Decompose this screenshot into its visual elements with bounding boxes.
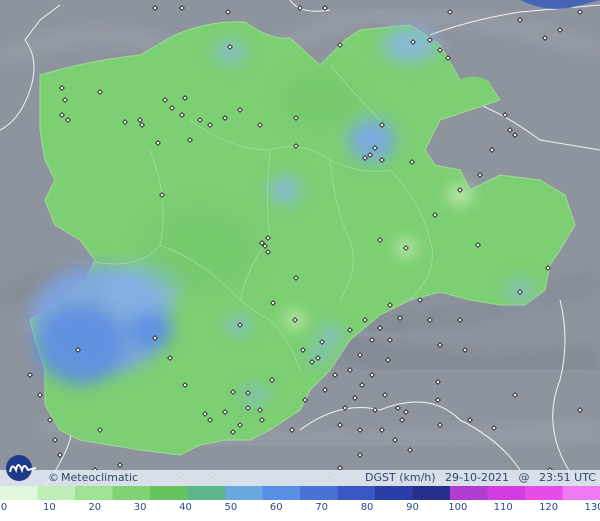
variable-label: DGST (km/h)	[365, 471, 436, 484]
meteoclimatic-logo-icon	[6, 455, 37, 481]
scale-tick-label: 30	[133, 502, 147, 513]
scale-tick-label: 100	[448, 502, 468, 513]
scale-segment	[75, 486, 113, 500]
scale-segment	[375, 486, 413, 500]
color-scale-bar	[0, 486, 600, 500]
scale-tick-label: 20	[88, 502, 102, 513]
scale-tick-label: 80	[360, 502, 374, 513]
scale-segment	[562, 486, 600, 500]
brand-label: © Meteoclimatic	[48, 471, 138, 485]
product-label: DGST (km/h) 29-10-2021 @ 23:51 UTC	[359, 471, 596, 485]
scale-tick-label: 110	[493, 502, 513, 513]
scale-tick-label: 50	[224, 502, 238, 513]
scale-tick-label: 0	[0, 502, 8, 513]
scale-segment	[300, 486, 338, 500]
gust-map	[0, 0, 600, 521]
scale-tick-label: 120	[539, 502, 559, 513]
scale-segment	[187, 486, 226, 500]
date-label: 29-10-2021	[445, 471, 509, 484]
scale-tick-label: 130	[584, 502, 600, 513]
scale-tick-label: 70	[315, 502, 329, 513]
map-view: © Meteoclimatic DGST (km/h) 29-10-2021 @ …	[0, 0, 600, 521]
scale-segment	[112, 486, 151, 500]
time-label: 23:51 UTC	[538, 471, 596, 484]
scale-segment	[525, 486, 563, 500]
scale-tick-label: 60	[269, 502, 283, 513]
scale-segment	[225, 486, 263, 500]
scale-segment	[337, 486, 376, 500]
scale-segment	[487, 486, 526, 500]
scale-segment	[0, 486, 38, 500]
scale-tick-label: 10	[43, 502, 56, 513]
color-scale-labels: 0 10 20 30 40 50 60 70 80 90 100 110 120 130	[0, 500, 600, 521]
brand-name: Meteoclimatic	[61, 471, 139, 484]
scale-tick-label: 40	[179, 502, 192, 513]
scale-segment	[262, 486, 301, 500]
scale-segment	[450, 486, 488, 500]
copyright-symbol: ©	[48, 471, 59, 484]
scale-segment	[150, 486, 188, 500]
scale-segment	[37, 486, 76, 500]
scale-tick-label: 90	[406, 502, 419, 513]
scale-segment	[412, 486, 451, 500]
at-symbol: @	[518, 471, 530, 484]
